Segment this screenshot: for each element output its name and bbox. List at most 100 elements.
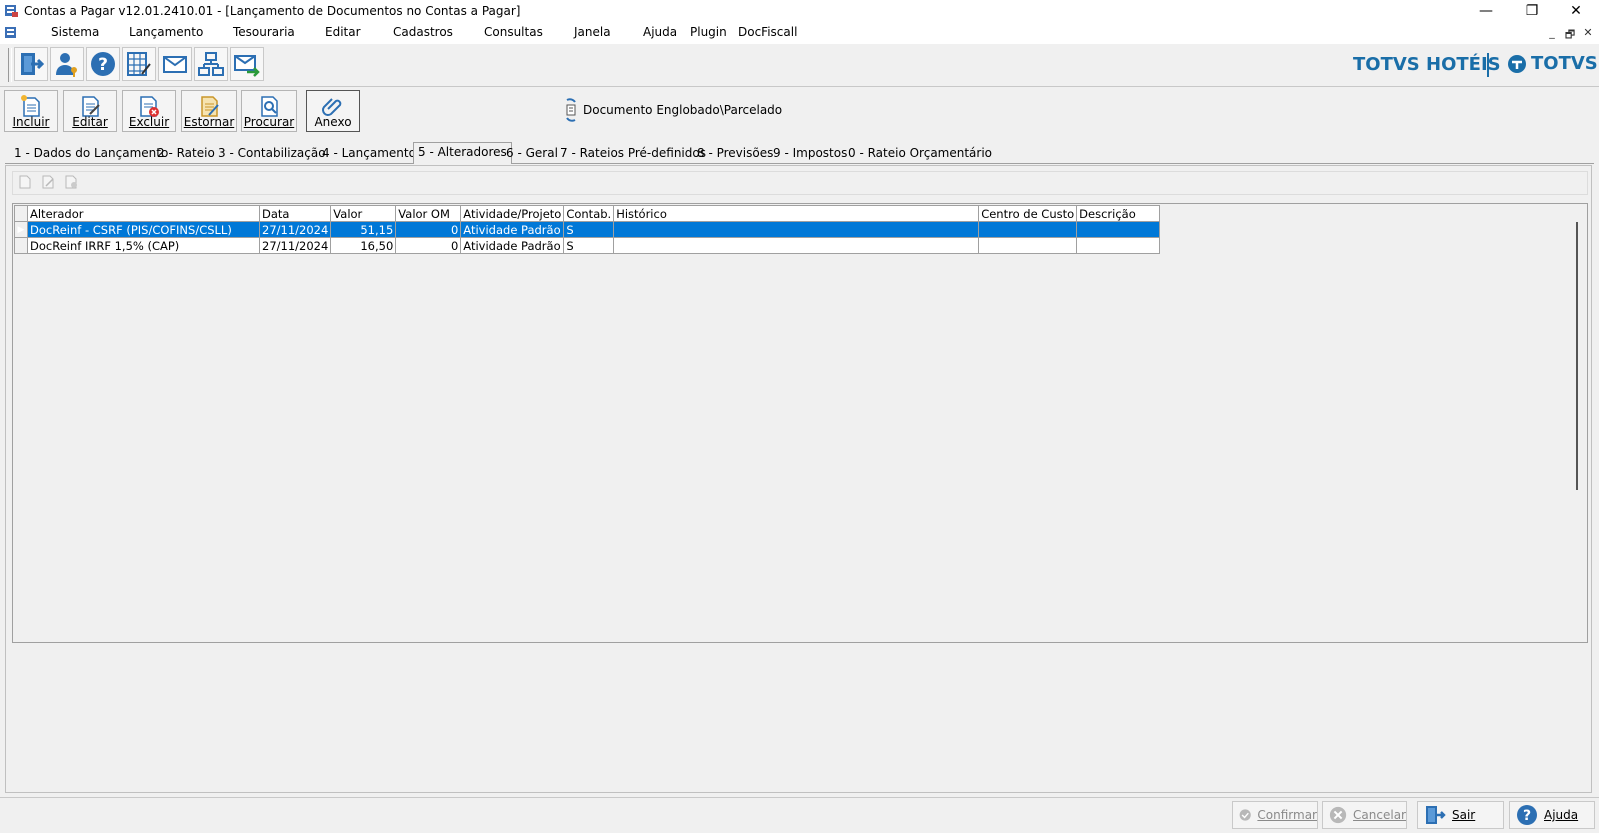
structure-toolbar-button[interactable]: [194, 47, 228, 81]
documento-englobado-label: Documento Englobado\Parcelado: [583, 103, 783, 117]
toolbar-grip: [8, 48, 12, 82]
menu-lancamento[interactable]: Lançamento: [129, 25, 203, 39]
tab-rateio[interactable]: 2 - Rateio: [153, 146, 219, 163]
editar-button[interactable]: Editar: [63, 90, 117, 132]
menu-consultas[interactable]: Consultas: [484, 25, 543, 39]
column-header-centro-de-custo[interactable]: Centro de Custo: [978, 205, 1078, 222]
help-toolbar-button[interactable]: ?: [86, 47, 120, 81]
cell-centro-de-custo[interactable]: [978, 221, 1078, 238]
edit-row-icon: [42, 175, 54, 189]
cell-alterador[interactable]: DocReinf - CSRF (PIS/COFINS/CSLL): [27, 221, 260, 238]
cell-historico[interactable]: [613, 221, 980, 238]
brand-separator: [1487, 53, 1489, 77]
new-row-icon: [19, 175, 31, 189]
tab-impostos[interactable]: 9 - Impostos: [769, 146, 851, 163]
cancelar-label: Cancelar: [1353, 808, 1406, 822]
cell-data[interactable]: 27/11/2024: [258, 237, 332, 254]
cell-valor[interactable]: 16,50: [330, 237, 397, 254]
mail-toolbar-button[interactable]: [158, 47, 192, 81]
window-maximize-button[interactable]: ❐: [1509, 0, 1555, 22]
cell-historico[interactable]: [613, 237, 980, 254]
anexo-button[interactable]: Anexo: [306, 90, 360, 132]
cell-valor[interactable]: 51,15: [330, 221, 397, 238]
tab-rateios-pre-definidos[interactable]: 7 - Rateios Pré-definidos: [556, 146, 710, 163]
column-header-atividade-projeto[interactable]: Atividade/Projeto: [460, 205, 565, 222]
column-header-data[interactable]: Data: [258, 205, 332, 222]
column-header-valor-om[interactable]: Valor OM: [395, 205, 462, 222]
grid-toolbar: [12, 171, 1588, 195]
sair-button[interactable]: Sair: [1417, 801, 1504, 829]
column-header-valor[interactable]: Valor: [330, 205, 397, 222]
menu-sistema[interactable]: Sistema: [51, 25, 99, 39]
window-minimize-button[interactable]: —: [1463, 0, 1509, 22]
column-header-historico[interactable]: Histórico: [613, 205, 980, 222]
vertical-scrollbar[interactable]: [1566, 205, 1584, 642]
column-header-descricao[interactable]: Descrição: [1076, 205, 1161, 222]
check-icon: [1239, 809, 1251, 821]
exit-door-icon: [1426, 806, 1446, 824]
cell-alterador[interactable]: DocReinf IRRF 1,5% (CAP): [27, 237, 260, 254]
grid-header-row: Alterador Data Valor Valor OM Atividade/…: [14, 205, 1161, 222]
menu-janela[interactable]: Janela: [574, 25, 611, 39]
mdi-restore-button[interactable]: 🗗: [1562, 26, 1578, 41]
document-menu-icon[interactable]: [4, 25, 19, 40]
scrollbar-thumb[interactable]: [1576, 222, 1578, 490]
cell-data[interactable]: 27/11/2024: [258, 221, 332, 238]
column-header-alterador[interactable]: Alterador: [27, 205, 260, 222]
totvs-logo-text: TOTVS: [1531, 53, 1598, 74]
ajuda-button[interactable]: ? Ajuda: [1509, 801, 1595, 829]
editar-label: Editar: [72, 115, 108, 129]
menu-tesouraria[interactable]: Tesouraria: [233, 25, 295, 39]
totvs-logo: TOTVS: [1507, 53, 1598, 74]
mdi-close-button[interactable]: ✕: [1580, 26, 1596, 40]
menu-ajuda[interactable]: Ajuda: [643, 25, 677, 39]
table-row[interactable]: ▶ DocReinf - CSRF (PIS/COFINS/CSLL) 27/1…: [14, 221, 1161, 238]
tab-geral[interactable]: 6 - Geral: [502, 146, 562, 163]
anexo-label: Anexo: [314, 115, 352, 129]
help-icon: ?: [91, 52, 115, 76]
cell-atividade-projeto[interactable]: Atividade Padrão: [460, 221, 565, 238]
cell-centro-de-custo[interactable]: [978, 237, 1078, 254]
calculator-toolbar-button[interactable]: [122, 47, 156, 81]
excluir-button[interactable]: Excluir: [122, 90, 176, 132]
tab-alteradores[interactable]: 5 - Alteradores: [413, 142, 512, 164]
incluir-button[interactable]: Incluir: [4, 90, 58, 132]
alteradores-grid[interactable]: Alterador Data Valor Valor OM Atividade/…: [14, 205, 1161, 254]
tab-rateio-orcamentario[interactable]: 0 - Rateio Orçamentário: [844, 146, 996, 163]
cell-valor-om[interactable]: 0: [395, 221, 462, 238]
cell-valor-om[interactable]: 0: [395, 237, 462, 254]
cell-descricao[interactable]: [1076, 237, 1161, 254]
procurar-button[interactable]: Procurar: [241, 90, 297, 132]
tab-contabilizacao[interactable]: 3 - Contabilização: [214, 146, 330, 163]
confirmar-button[interactable]: Confirmar: [1232, 801, 1318, 829]
cell-atividade-projeto[interactable]: Atividade Padrão: [460, 237, 565, 254]
row-indicator-header: [14, 205, 28, 222]
menu-editar[interactable]: Editar: [325, 25, 361, 39]
window-close-button[interactable]: ✕: [1553, 0, 1599, 22]
svg-text:?: ?: [98, 55, 108, 75]
menu-docfiscall[interactable]: DocFiscall: [738, 25, 797, 39]
mdi-minimize-button[interactable]: _: [1544, 26, 1560, 40]
send-mail-toolbar-button[interactable]: [230, 47, 264, 81]
tab-previsoes[interactable]: 8 - Previsões: [693, 146, 777, 163]
table-row[interactable]: DocReinf IRRF 1,5% (CAP) 27/11/2024 16,5…: [14, 237, 1161, 254]
documento-englobado-link[interactable]: Documento Englobado\Parcelado: [563, 96, 782, 124]
window-title: Contas a Pagar v12.01.2410.01 - [Lançame…: [24, 4, 521, 18]
exit-toolbar-button[interactable]: [14, 47, 48, 81]
user-security-toolbar-button[interactable]: [50, 47, 84, 81]
tabs-baseline: [5, 163, 1594, 164]
cell-contab[interactable]: S: [563, 221, 615, 238]
cell-descricao[interactable]: [1076, 221, 1161, 238]
tab-lancamentos[interactable]: 4 - Lançamentos: [318, 146, 426, 163]
confirmar-label: Confirmar: [1257, 808, 1317, 822]
column-header-contab[interactable]: Contab.: [563, 205, 615, 222]
cancelar-button[interactable]: Cancelar: [1322, 801, 1407, 829]
grid-edit-icon: [127, 52, 151, 76]
delete-row-icon: [65, 175, 77, 189]
tab-dados-lancamento[interactable]: 1 - Dados do Lançamento: [10, 146, 172, 163]
cell-contab[interactable]: S: [563, 237, 615, 254]
menu-cadastros[interactable]: Cadastros: [393, 25, 453, 39]
menu-plugin[interactable]: Plugin: [690, 25, 727, 39]
estornar-button[interactable]: Estornar: [181, 90, 237, 132]
help-icon: ?: [1517, 805, 1537, 825]
